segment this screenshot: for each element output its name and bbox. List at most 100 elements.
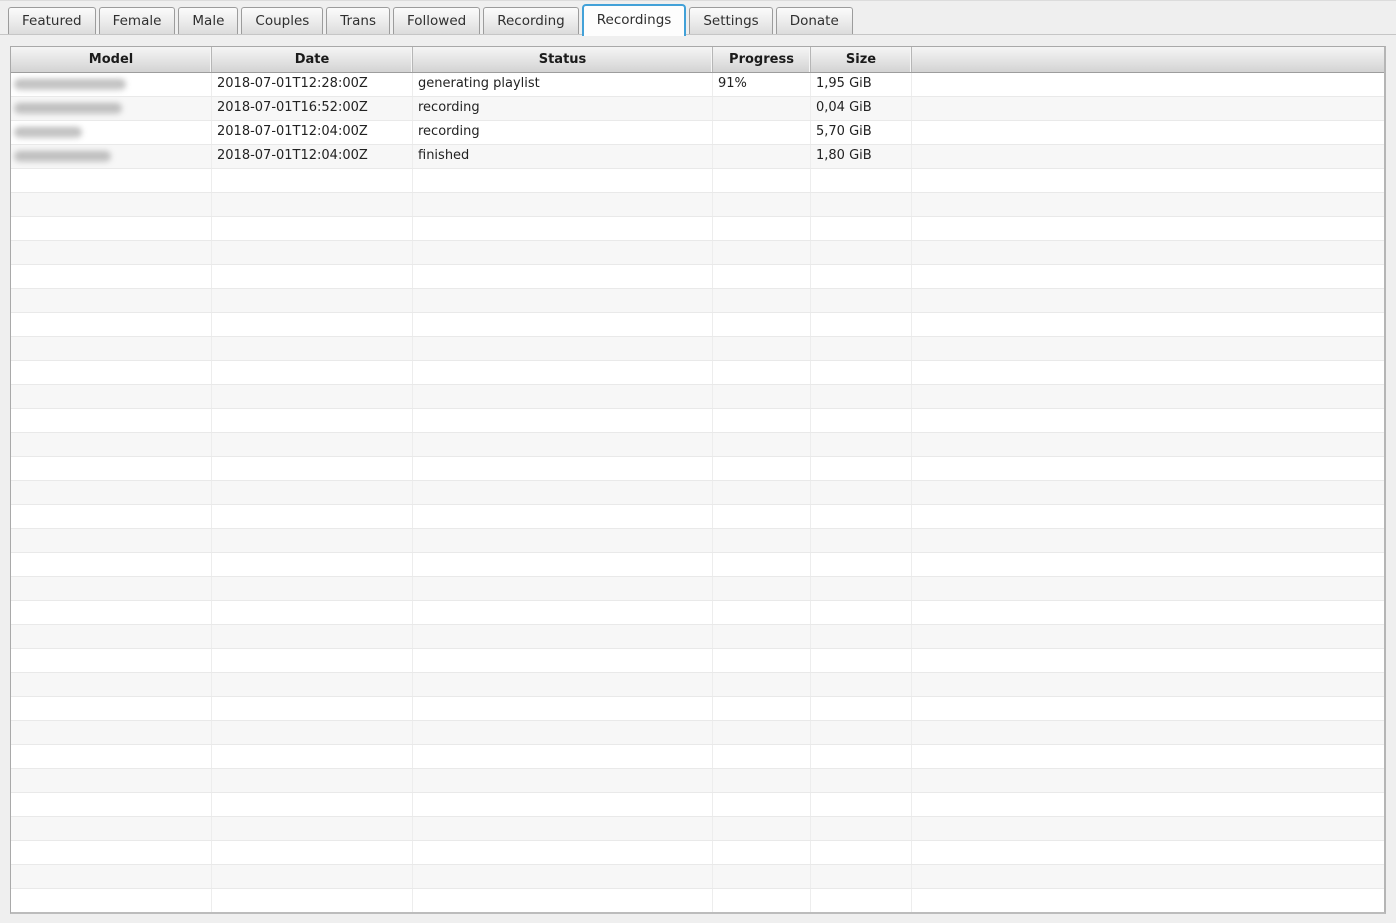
- table-row-empty[interactable]: [11, 265, 1384, 289]
- cell-progress: [713, 625, 811, 648]
- cell-status: [413, 409, 713, 432]
- table-row-empty[interactable]: [11, 817, 1384, 841]
- tab-donate[interactable]: Donate: [776, 7, 853, 34]
- table-row[interactable]: 2018-07-01T12:04:00Zfinished1,80 GiB: [11, 145, 1384, 169]
- cell-status: [413, 649, 713, 672]
- table-row-empty[interactable]: [11, 457, 1384, 481]
- cell-size: [811, 769, 912, 792]
- cell-model: [11, 721, 212, 744]
- cell-extra: [912, 145, 1384, 168]
- table-header: ModelDateStatusProgressSize: [11, 47, 1384, 73]
- cell-size: [811, 817, 912, 840]
- table-row-empty[interactable]: [11, 385, 1384, 409]
- table-row-empty[interactable]: [11, 601, 1384, 625]
- table-row-empty[interactable]: [11, 793, 1384, 817]
- table-row-empty[interactable]: [11, 745, 1384, 769]
- cell-extra: [912, 73, 1384, 96]
- cell-progress: [713, 145, 811, 168]
- cell-status: [413, 217, 713, 240]
- tab-settings[interactable]: Settings: [689, 7, 772, 34]
- table-row-empty[interactable]: [11, 889, 1384, 913]
- cell-model: [11, 553, 212, 576]
- cell-extra: [912, 505, 1384, 528]
- table-row-empty[interactable]: [11, 553, 1384, 577]
- cell-size: [811, 577, 912, 600]
- table-row[interactable]: 2018-07-01T16:52:00Zrecording0,04 GiB: [11, 97, 1384, 121]
- column-header-size[interactable]: Size: [811, 47, 912, 72]
- cell-date: [212, 433, 413, 456]
- tab-female[interactable]: Female: [99, 7, 176, 34]
- table-row-empty[interactable]: [11, 769, 1384, 793]
- cell-extra: [912, 193, 1384, 216]
- cell-progress: [713, 553, 811, 576]
- table-row-empty[interactable]: [11, 433, 1384, 457]
- table-row-empty[interactable]: [11, 649, 1384, 673]
- cell-status: [413, 601, 713, 624]
- cell-size: [811, 193, 912, 216]
- table-row-empty[interactable]: [11, 409, 1384, 433]
- tab-recordings[interactable]: Recordings: [582, 4, 687, 36]
- cell-extra: [912, 169, 1384, 192]
- tab-male[interactable]: Male: [178, 7, 238, 34]
- cell-status: [413, 817, 713, 840]
- table-row-empty[interactable]: [11, 529, 1384, 553]
- column-header-progress[interactable]: Progress: [713, 47, 811, 72]
- cell-model: [11, 769, 212, 792]
- column-header-model[interactable]: Model: [11, 47, 212, 72]
- cell-extra: [912, 529, 1384, 552]
- cell-model: [11, 409, 212, 432]
- table-row-empty[interactable]: [11, 193, 1384, 217]
- cell-date: [212, 481, 413, 504]
- table-row-empty[interactable]: [11, 169, 1384, 193]
- cell-model: [11, 505, 212, 528]
- tab-featured[interactable]: Featured: [8, 7, 96, 34]
- cell-extra: [912, 433, 1384, 456]
- cell-size: 1,95 GiB: [811, 73, 912, 96]
- cell-progress: [713, 649, 811, 672]
- cell-size: [811, 337, 912, 360]
- table-row-empty[interactable]: [11, 673, 1384, 697]
- cell-model: [11, 889, 212, 912]
- cell-date: [212, 673, 413, 696]
- cell-date: [212, 457, 413, 480]
- cell-size: [811, 289, 912, 312]
- tab-couples[interactable]: Couples: [241, 7, 323, 34]
- cell-size: [811, 217, 912, 240]
- cell-extra: [912, 577, 1384, 600]
- cell-status: [413, 313, 713, 336]
- cell-date: [212, 361, 413, 384]
- cell-model: [11, 385, 212, 408]
- table-row-empty[interactable]: [11, 577, 1384, 601]
- cell-extra: [912, 889, 1384, 912]
- cell-status: [413, 241, 713, 264]
- cell-size: [811, 361, 912, 384]
- table-row[interactable]: 2018-07-01T12:04:00Zrecording5,70 GiB: [11, 121, 1384, 145]
- column-header-date[interactable]: Date: [212, 47, 413, 72]
- cell-date: 2018-07-01T12:04:00Z: [212, 121, 413, 144]
- column-header-extra[interactable]: [912, 47, 1384, 72]
- cell-model: [11, 529, 212, 552]
- table-row-empty[interactable]: [11, 337, 1384, 361]
- cell-date: 2018-07-01T16:52:00Z: [212, 97, 413, 120]
- table-row-empty[interactable]: [11, 505, 1384, 529]
- table-row-empty[interactable]: [11, 241, 1384, 265]
- table-row-empty[interactable]: [11, 289, 1384, 313]
- table-row-empty[interactable]: [11, 481, 1384, 505]
- tab-recording[interactable]: Recording: [483, 7, 579, 34]
- cell-model: [11, 217, 212, 240]
- table-row-empty[interactable]: [11, 721, 1384, 745]
- table-row-empty[interactable]: [11, 313, 1384, 337]
- table-row-empty[interactable]: [11, 217, 1384, 241]
- table-row-empty[interactable]: [11, 841, 1384, 865]
- table-row-empty[interactable]: [11, 361, 1384, 385]
- table-row-empty[interactable]: [11, 865, 1384, 889]
- cell-extra: [912, 553, 1384, 576]
- cell-extra: [912, 793, 1384, 816]
- column-header-status[interactable]: Status: [413, 47, 713, 72]
- table-row-empty[interactable]: [11, 697, 1384, 721]
- table-row-empty[interactable]: [11, 625, 1384, 649]
- table-row[interactable]: 2018-07-01T12:28:00Zgenerating playlist9…: [11, 73, 1384, 97]
- tab-trans[interactable]: Trans: [326, 7, 390, 34]
- tab-followed[interactable]: Followed: [393, 7, 480, 34]
- cell-status: [413, 697, 713, 720]
